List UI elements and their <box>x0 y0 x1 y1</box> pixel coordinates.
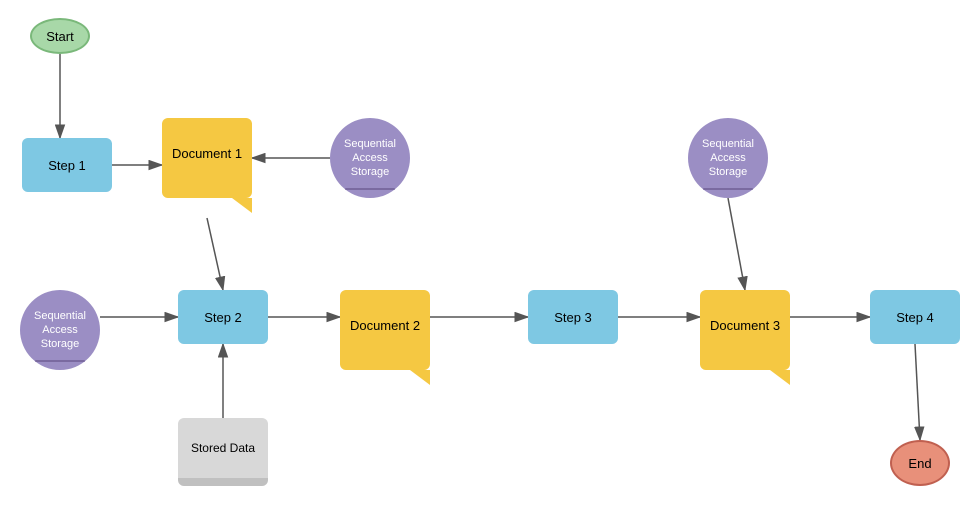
doc3-label: Document 3 <box>700 318 790 333</box>
storage1-label: Sequential Access Storage <box>330 133 410 184</box>
doc1-label: Document 1 <box>162 146 252 161</box>
storage2-node: Sequential Access Storage <box>20 290 100 370</box>
step1-label: Step 1 <box>48 158 86 173</box>
doc2-node: Document 2 <box>340 290 430 390</box>
end-node: End <box>890 440 950 486</box>
step4-node: Step 4 <box>870 290 960 344</box>
step4-label: Step 4 <box>896 310 934 325</box>
step2-node: Step 2 <box>178 290 268 344</box>
step3-node: Step 3 <box>528 290 618 344</box>
doc2-label: Document 2 <box>340 318 430 333</box>
start-label: Start <box>46 29 73 44</box>
start-node: Start <box>30 18 90 54</box>
stored-data-node: Stored Data <box>178 418 268 478</box>
step3-label: Step 3 <box>554 310 592 325</box>
arrows-layer <box>0 0 980 511</box>
doc1-node: Document 1 <box>162 118 252 218</box>
step2-label: Step 2 <box>204 310 242 325</box>
step1-node: Step 1 <box>22 138 112 192</box>
storage1-underline <box>345 188 395 190</box>
stored-data-label: Stored Data <box>191 441 255 455</box>
doc3-node: Document 3 <box>700 290 790 390</box>
diagram-canvas: Start Step 1 Document 1 Sequential Acces… <box>0 0 980 511</box>
storage3-underline <box>703 188 753 190</box>
storage2-underline <box>35 360 85 362</box>
storage3-node: Sequential Access Storage <box>688 118 768 198</box>
end-label: End <box>908 456 931 471</box>
storage3-label: Sequential Access Storage <box>688 133 768 184</box>
storage2-label: Sequential Access Storage <box>20 305 100 356</box>
storage1-node: Sequential Access Storage <box>330 118 410 198</box>
